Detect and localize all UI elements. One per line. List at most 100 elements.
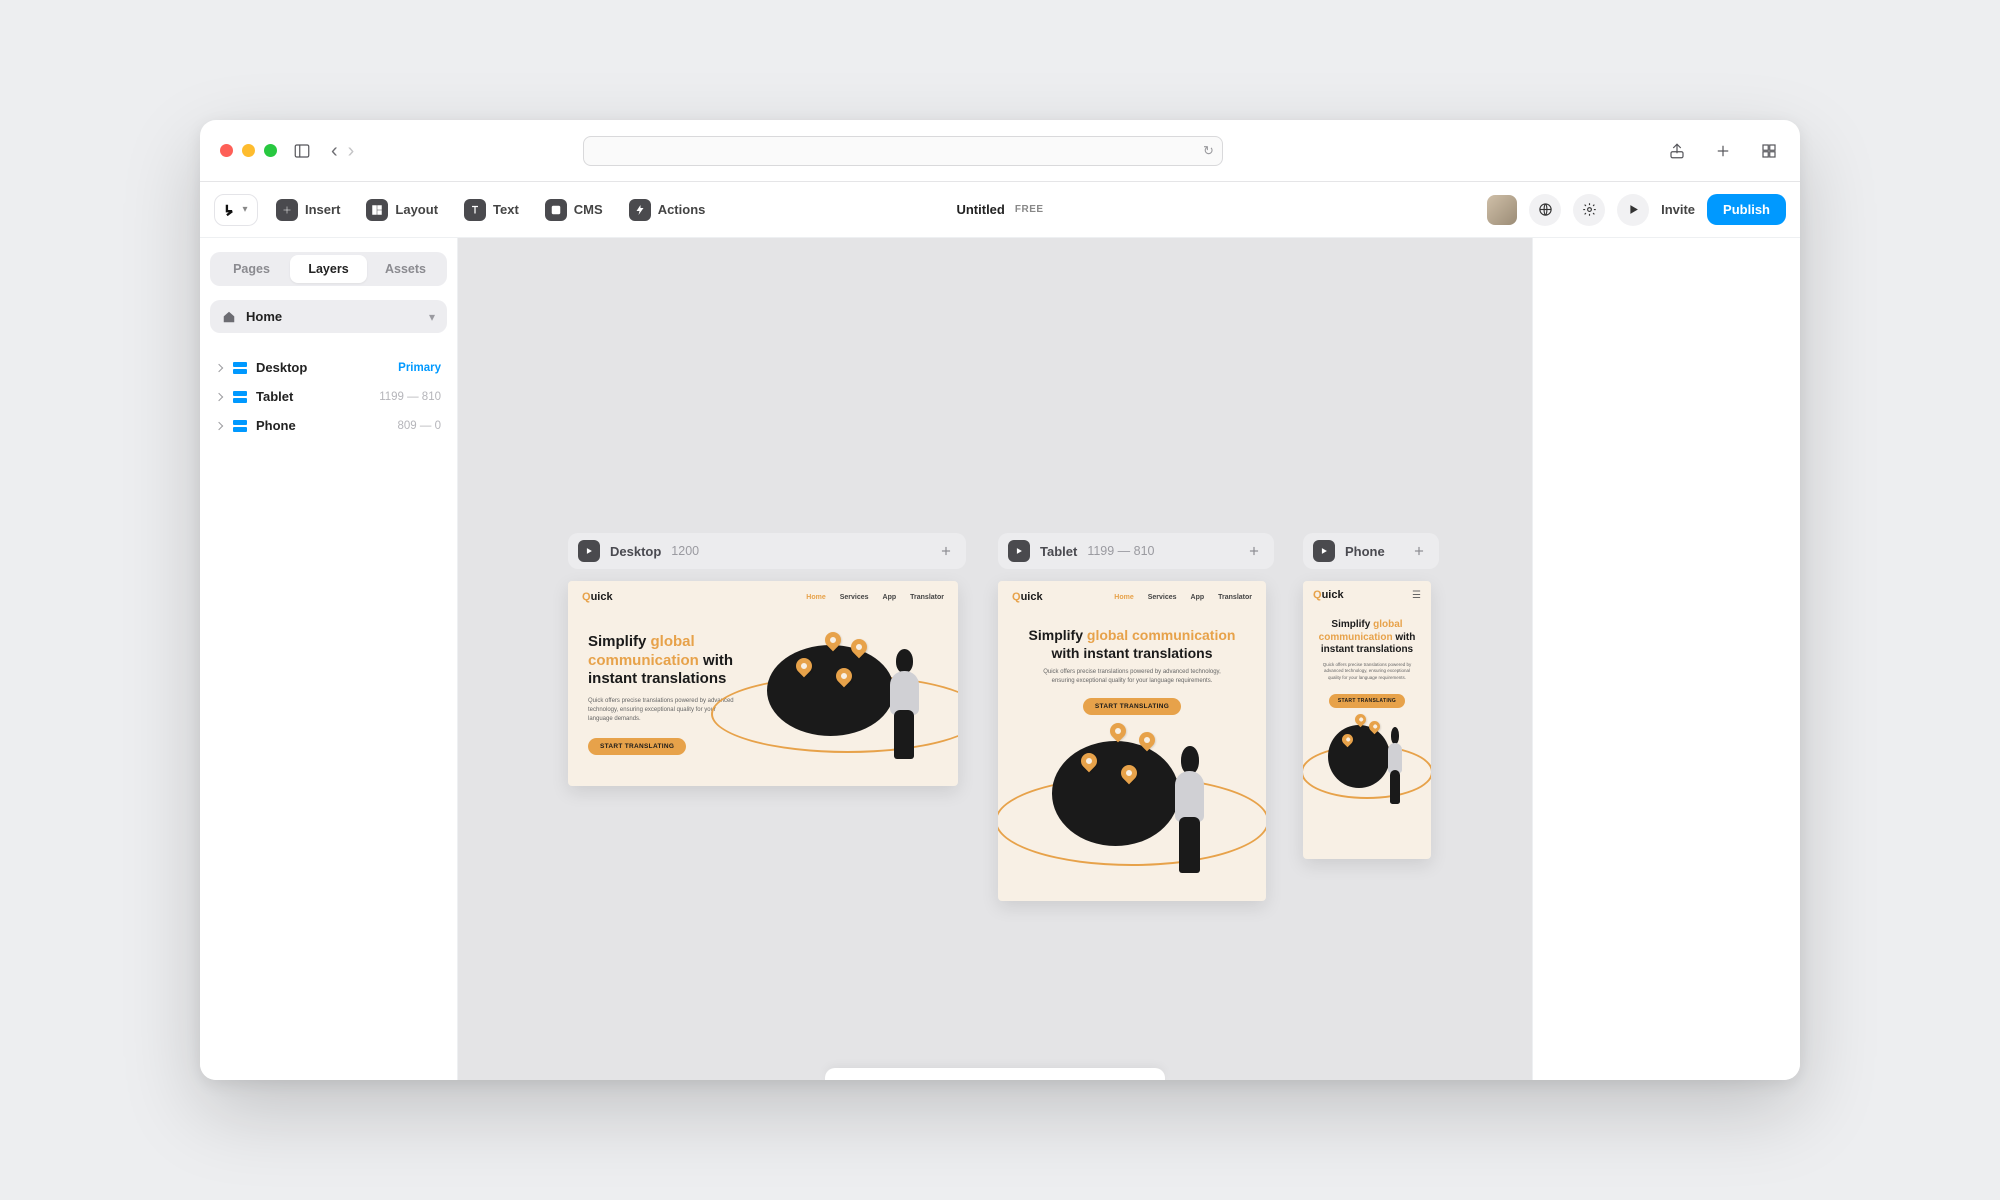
- layer-name: Tablet: [256, 389, 293, 404]
- text-icon: [464, 199, 486, 221]
- reload-icon[interactable]: ↻: [1203, 143, 1214, 159]
- layer-row-phone[interactable]: Phone 809 — 0: [210, 411, 447, 440]
- mock-nav-translator: Translator: [910, 594, 944, 601]
- page-selector-label: Home: [246, 309, 282, 324]
- mock-illustration: [1323, 714, 1412, 804]
- bottom-toolbar[interactable]: [825, 1068, 1165, 1080]
- tabs-grid-icon[interactable]: [1758, 140, 1780, 162]
- mock-logo: Quick: [582, 591, 613, 603]
- share-icon[interactable]: [1666, 140, 1688, 162]
- layout-label: Layout: [395, 202, 438, 217]
- layer-row-tablet[interactable]: Tablet 1199 — 810: [210, 382, 447, 411]
- mock-nav-app: App: [883, 594, 897, 601]
- mock-body: Quick offers precise translations powere…: [1039, 668, 1226, 686]
- layer-meta: 1199 — 810: [379, 391, 441, 403]
- sidebar-toggle-icon[interactable]: [291, 140, 313, 162]
- mock-headline: Simplify global communication with insta…: [1313, 619, 1421, 657]
- actions-button[interactable]: Actions: [621, 195, 714, 225]
- mock-illustration: [1041, 723, 1223, 873]
- settings-icon[interactable]: [1573, 194, 1605, 226]
- breakpoint-tablet: Tablet 1199 — 810 Quick Home Services Ap…: [998, 533, 1274, 901]
- page-selector[interactable]: Home ▾: [210, 300, 447, 333]
- mock-illustration: [756, 629, 938, 759]
- url-bar[interactable]: ↻: [583, 136, 1223, 166]
- mock-headline: Simplify global communication with insta…: [588, 633, 742, 689]
- layout-icon: [366, 199, 388, 221]
- invite-button[interactable]: Invite: [1661, 202, 1695, 217]
- cms-button[interactable]: CMS: [537, 195, 611, 225]
- mock-nav-home: Home: [1114, 594, 1133, 601]
- new-tab-icon[interactable]: [1712, 140, 1734, 162]
- nav-forward-icon[interactable]: ›: [348, 141, 355, 161]
- actions-label: Actions: [658, 202, 706, 217]
- play-icon: [1313, 540, 1335, 562]
- insert-button[interactable]: Insert: [268, 195, 348, 225]
- breakpoint-icon: [233, 390, 247, 404]
- mock-logo: Quick: [1012, 591, 1043, 603]
- mock-body: Quick offers precise translations powere…: [1317, 662, 1416, 682]
- app-menu-button[interactable]: ▾: [214, 194, 258, 226]
- app-toolbar: ▾ Insert Layout Text CMS Actions Untitle…: [200, 182, 1800, 238]
- add-breakpoint-icon[interactable]: [1244, 541, 1264, 561]
- tab-assets[interactable]: Assets: [367, 255, 444, 283]
- caret-icon: [215, 363, 223, 371]
- play-icon: [1008, 540, 1030, 562]
- mock-cta: START TRANSLATING: [588, 738, 686, 755]
- bolt-icon: [629, 199, 651, 221]
- home-icon: [222, 310, 236, 324]
- insert-label: Insert: [305, 202, 340, 217]
- window-maximize-icon[interactable]: [264, 144, 277, 157]
- breakpoint-desktop: Desktop 1200 Quick Home Services App Tra…: [568, 533, 966, 786]
- mock-nav-home: Home: [806, 594, 825, 601]
- window-minimize-icon[interactable]: [242, 144, 255, 157]
- sidebar-tabs: Pages Layers Assets: [210, 252, 447, 286]
- breakpoint-header[interactable]: Tablet 1199 — 810: [998, 533, 1274, 569]
- breakpoint-dim: 1200: [671, 544, 699, 558]
- canvas[interactable]: Desktop 1200 Quick Home Services App Tra…: [458, 238, 1532, 1080]
- mock-nav-translator: Translator: [1218, 594, 1252, 601]
- breakpoint-phone: Phone Quick ☰ Simplify global communicat…: [1303, 533, 1439, 859]
- preview-icon[interactable]: [1617, 194, 1649, 226]
- user-avatar[interactable]: [1487, 195, 1517, 225]
- mock-nav-services: Services: [840, 594, 869, 601]
- layer-name: Desktop: [256, 360, 307, 375]
- breakpoint-header[interactable]: Desktop 1200: [568, 533, 966, 569]
- breakpoint-dim: 1199 — 810: [1087, 544, 1154, 558]
- breakpoint-name: Tablet: [1040, 544, 1077, 559]
- caret-icon: [215, 392, 223, 400]
- publish-button[interactable]: Publish: [1707, 194, 1786, 225]
- globe-icon[interactable]: [1529, 194, 1561, 226]
- frame-phone[interactable]: Quick ☰ Simplify global communication wi…: [1303, 581, 1431, 859]
- layer-meta: 809 — 0: [398, 420, 441, 432]
- mock-nav-app: App: [1191, 594, 1205, 601]
- layer-name: Phone: [256, 418, 296, 433]
- breakpoint-header[interactable]: Phone: [1303, 533, 1439, 569]
- text-button[interactable]: Text: [456, 195, 527, 225]
- plan-badge: FREE: [1015, 204, 1044, 215]
- app-window: ‹ › ↻ ▾ Insert Layo: [200, 120, 1800, 1080]
- tab-pages[interactable]: Pages: [213, 255, 290, 283]
- nav-back-icon[interactable]: ‹: [331, 141, 338, 161]
- window-close-icon[interactable]: [220, 144, 233, 157]
- mock-cta: START TRANSLATING: [1083, 698, 1181, 715]
- text-label: Text: [493, 202, 519, 217]
- breakpoint-icon: [233, 361, 247, 375]
- document-title[interactable]: Untitled FREE: [956, 202, 1043, 217]
- left-sidebar: Pages Layers Assets Home ▾ Desktop Prima…: [200, 238, 458, 1080]
- chevron-down-icon: ▾: [242, 204, 247, 215]
- layout-button[interactable]: Layout: [358, 195, 446, 225]
- traffic-lights: [220, 144, 277, 157]
- chevron-down-icon: ▾: [429, 310, 435, 324]
- tab-layers[interactable]: Layers: [290, 255, 367, 283]
- layer-meta: Primary: [398, 362, 441, 374]
- caret-icon: [215, 421, 223, 429]
- mock-logo: Quick: [1313, 589, 1344, 601]
- properties-panel: [1532, 238, 1800, 1080]
- frame-desktop[interactable]: Quick Home Services App Translator Simpl…: [568, 581, 958, 786]
- cms-icon: [545, 199, 567, 221]
- add-breakpoint-icon[interactable]: [1409, 541, 1429, 561]
- layer-row-desktop[interactable]: Desktop Primary: [210, 353, 447, 382]
- add-breakpoint-icon[interactable]: [936, 541, 956, 561]
- mock-headline: Simplify global communication with insta…: [1018, 627, 1246, 662]
- frame-tablet[interactable]: Quick Home Services App Translator Simpl…: [998, 581, 1266, 901]
